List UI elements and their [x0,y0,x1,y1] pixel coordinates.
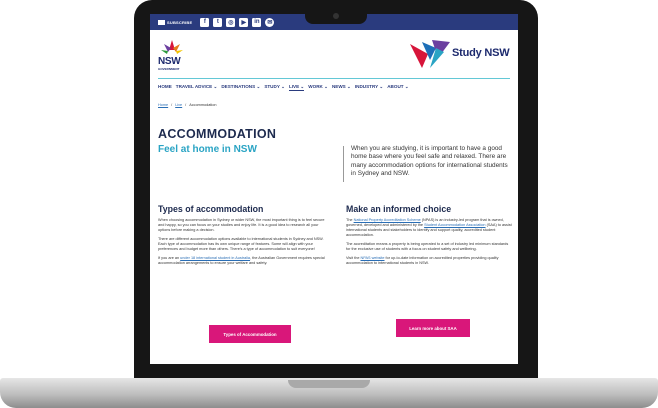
types-paragraph-1: When choosing accommodation in Sydney or… [158,218,325,232]
nav-home[interactable]: HOME [158,84,172,91]
text: If you are an [158,256,181,260]
youtube-icon[interactable]: ▶ [239,17,249,27]
breadcrumb-home[interactable]: Home [158,103,168,107]
wechat-icon[interactable]: ✉ [265,17,275,27]
nav-travel-advice[interactable]: TRAVEL ADVICE ⌄ [176,84,218,91]
mail-icon [158,19,165,25]
informed-paragraph-1: The National Property Accreditation Sche… [346,218,512,238]
breadcrumb-live[interactable]: Live [175,103,182,107]
text: The [346,218,354,222]
subscribe-link[interactable]: SUBSCRIBE [158,19,193,25]
saa-link[interactable]: Student Accommodation Association [424,223,485,227]
text: Visit the [346,256,361,260]
nav-industry[interactable]: INDUSTRY ⌄ [355,84,383,91]
npas-link[interactable]: National Property Accreditation Scheme [354,218,421,222]
npas-website-link[interactable]: NPAS website [361,256,385,260]
laptop-screen: SUBSCRIBE f t ◎ ▶ in ✉ NSW GOVERNMENT St… [150,14,518,364]
study-nsw-brand[interactable]: Study NSW [452,47,510,59]
nav-destinations[interactable]: DESTINATIONS ⌄ [221,84,260,91]
breadcrumb-separator: / [171,103,173,107]
types-paragraph-3: If you are an under 18 international stu… [158,256,330,266]
informed-paragraph-2: The accreditation means a property is be… [346,242,509,251]
twitter-icon[interactable]: t [213,17,223,27]
types-section: Types of accommodation When choosing acc… [158,204,330,270]
linkedin-icon[interactable]: in [252,17,262,27]
instagram-icon[interactable]: ◎ [226,17,236,27]
page-subtitle: Feel at home in NSW [158,144,257,155]
page-title: ACCOMMODATION [158,127,277,141]
breadcrumb-separator: / [185,103,187,107]
camera-icon [333,13,339,19]
nav-about[interactable]: ABOUT ⌄ [387,84,408,91]
under-18-link[interactable]: under 18 international student in Austra… [180,256,250,260]
nav-live[interactable]: LIVE ⌄ [288,84,305,91]
intro-text: When you are studying, it is important t… [351,145,508,178]
types-paragraph-2: There are different accommodation option… [158,237,324,251]
learn-more-saa-button[interactable]: Learn more about SAA [396,319,470,337]
facebook-icon[interactable]: f [200,17,210,27]
breadcrumb-current: Accommodation [189,103,217,107]
nav-news[interactable]: NEWS ⌄ [332,84,351,91]
intro-divider [343,146,344,182]
subscribe-label: SUBSCRIBE [167,19,193,25]
laptop-base-notch [288,380,370,388]
types-of-accommodation-button[interactable]: Types of Accommodation [209,325,291,343]
header-divider [158,78,510,79]
nsw-logo-text: NSW [158,56,181,67]
types-heading: Types of accommodation [158,204,264,214]
breadcrumb: Home / Live / Accommodation [158,103,216,107]
informed-choice-heading: Make an informed choice [346,204,452,214]
informed-paragraph-3: Visit the NPAS website for up-to-date in… [346,256,512,266]
nav-work[interactable]: WORK ⌄ [308,84,328,91]
study-nsw-logo-icon[interactable] [408,38,452,72]
camera-notch [305,10,367,24]
nsw-logo-subtext: GOVERNMENT [158,67,180,71]
main-nav: HOME TRAVEL ADVICE ⌄ DESTINATIONS ⌄ STUD… [158,84,409,91]
informed-choice-section: Make an informed choice The National Pro… [346,204,512,270]
nav-study[interactable]: STUDY ⌄ [264,84,285,91]
